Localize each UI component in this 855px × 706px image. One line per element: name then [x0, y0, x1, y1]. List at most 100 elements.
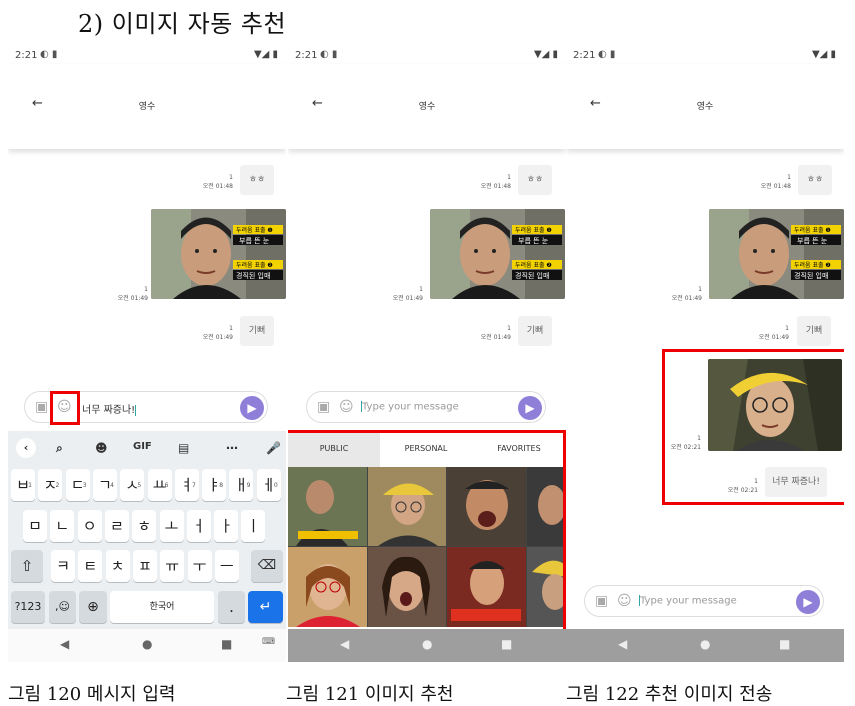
tab-personal[interactable]: PERSONAL: [380, 431, 472, 467]
chat-title: 영수: [138, 102, 156, 112]
key-ㅍ[interactable]: ㅍ: [132, 550, 157, 582]
app-bar: ← 영수: [566, 64, 844, 149]
key-ㅡ[interactable]: ㅡ: [214, 550, 239, 582]
send-button[interactable]: ▶: [796, 590, 820, 614]
recommended-image[interactable]: [447, 467, 526, 546]
space-key[interactable]: 한국어: [110, 591, 214, 623]
gif-button[interactable]: GIF: [133, 441, 152, 452]
back-triangle-icon[interactable]: ◀: [60, 637, 69, 651]
figure-caption-121: 그림 121 이미지 추천: [286, 684, 454, 705]
photo-caption: 두려움 표출 ❶: [515, 226, 552, 234]
sent-photo-message[interactable]: 두려움 표출 ❶ 부릅 뜬 눈 두려움 표출 ❷ 경직된 입매: [430, 209, 565, 299]
key-ㅣ[interactable]: ㅣ: [241, 510, 266, 542]
key-ㅁ[interactable]: ㅁ: [23, 510, 47, 542]
image-icon[interactable]: ▣: [35, 399, 48, 415]
key-ㄱ[interactable]: ㄱ4: [92, 469, 117, 501]
key-ㅔ[interactable]: ㅔ0: [256, 469, 281, 501]
photo-caption: 경직된 입매: [794, 271, 828, 280]
keyboard-icon[interactable]: ⌨: [262, 637, 275, 647]
more-icon[interactable]: ⋯: [226, 441, 238, 455]
key-ㅈ[interactable]: ㅈ2: [38, 469, 63, 501]
recents-square-icon[interactable]: ■: [779, 637, 790, 651]
key-ㅋ[interactable]: ㅋ: [51, 550, 75, 582]
globe-icon[interactable]: ⊕: [79, 591, 107, 623]
emoji-comma-key[interactable]: ,☺: [49, 591, 76, 623]
app-bar: ← 영수: [288, 64, 566, 149]
app-status-icon: ◐ ▮: [40, 49, 58, 60]
recommended-image[interactable]: [368, 547, 446, 627]
backspace-key[interactable]: ⌫: [251, 550, 283, 582]
home-circle-icon[interactable]: ●: [700, 637, 710, 651]
emoji-icon[interactable]: ☺: [57, 399, 72, 415]
key-ㄴ[interactable]: ㄴ: [50, 510, 75, 542]
message-meta: 1 오전 01:49: [392, 286, 423, 302]
tab-public[interactable]: PUBLIC: [288, 431, 380, 467]
recommended-image[interactable]: [368, 467, 446, 546]
key-ㅓ[interactable]: ㅓ: [186, 510, 211, 542]
key-ㄷ[interactable]: ㄷ3: [65, 469, 90, 501]
message-input[interactable]: 너무 짜증나!: [82, 401, 137, 416]
message-meta: 1 오전 01:49: [202, 325, 233, 341]
key-ㅇ[interactable]: ㅇ: [77, 510, 102, 542]
home-circle-icon[interactable]: ●: [422, 637, 432, 651]
key-ㅌ[interactable]: ㅌ: [78, 550, 103, 582]
send-button[interactable]: ▶: [518, 396, 542, 420]
sent-photo-message[interactable]: 두려움 표출 ❶ 부릅 뜬 눈 두려움 표출 ❷ 경직된 입매: [151, 209, 286, 299]
status-time: 2:21: [573, 50, 596, 61]
emoji-icon[interactable]: ☺: [617, 593, 632, 609]
key-ㅐ[interactable]: ㅐ9: [229, 469, 254, 501]
send-button[interactable]: ▶: [240, 396, 264, 420]
key-ㅎ[interactable]: ㅎ: [132, 510, 157, 542]
recommended-image[interactable]: [447, 547, 526, 627]
phone-screen-message-input: 2:21 ◐ ▮ ▼◢ ▮ ← 영수 ㅎㅎ 1 오전 01:48 두려움 표출 ❶…: [8, 44, 286, 662]
key-ㅠ[interactable]: ㅠ: [160, 550, 185, 582]
shift-key[interactable]: ⇧: [11, 550, 43, 582]
message-input[interactable]: Type your message: [639, 595, 737, 607]
recents-square-icon[interactable]: ■: [501, 637, 512, 651]
photo-man-with-captions: 두려움 표출 ❶ 부릅 뜬 눈 두려움 표출 ❷ 경직된 입매: [151, 209, 286, 299]
recommended-image[interactable]: [527, 547, 566, 627]
recommended-image[interactable]: [527, 467, 566, 546]
recents-square-icon[interactable]: ■: [221, 637, 232, 651]
image-icon[interactable]: ▣: [595, 593, 608, 609]
key-ㅗ[interactable]: ㅗ: [159, 510, 184, 542]
message-meta: 1 오전 02:21: [670, 435, 701, 451]
key-ㅅ[interactable]: ㅅ5: [120, 469, 145, 501]
back-triangle-icon[interactable]: ◀: [618, 637, 627, 651]
key-ㅏ[interactable]: ㅏ: [214, 510, 239, 542]
key-ㅛ[interactable]: ㅛ6: [147, 469, 172, 501]
message-input[interactable]: Type your message: [361, 401, 459, 413]
message-bubble: ㅎㅎ: [798, 165, 832, 195]
tab-favorites[interactable]: FAVORITES: [472, 431, 566, 467]
clipboard-icon[interactable]: ▤: [178, 441, 189, 455]
signal-battery-icon: ▼◢ ▮: [533, 49, 558, 60]
sent-recommended-image[interactable]: [708, 359, 842, 451]
enter-key[interactable]: ↵: [248, 591, 283, 623]
period-key[interactable]: .: [218, 591, 245, 623]
key-ㅂ[interactable]: ㅂ1: [11, 469, 35, 501]
android-nav-bar: ◀ ● ■: [288, 629, 566, 662]
key-ㅕ[interactable]: ㅕ7: [174, 469, 199, 501]
key-ㅊ[interactable]: ㅊ: [105, 550, 130, 582]
photo-caption: 두려움 표출 ❶: [236, 226, 273, 234]
back-triangle-icon[interactable]: ◀: [340, 637, 349, 651]
symbols-key[interactable]: ?123: [11, 591, 45, 623]
recommended-image[interactable]: [288, 547, 367, 627]
message-bubble: ㅎㅎ: [518, 165, 552, 195]
sticker-icon[interactable]: ☻: [95, 441, 108, 455]
key-ㅑ[interactable]: ㅑ8: [202, 469, 227, 501]
chat-title: 영수: [418, 102, 436, 112]
home-circle-icon[interactable]: ●: [142, 637, 152, 651]
search-icon[interactable]: ⌕: [56, 441, 63, 456]
emoji-icon[interactable]: ☺: [339, 399, 354, 415]
image-icon[interactable]: ▣: [317, 399, 330, 415]
collapse-icon[interactable]: ‹: [16, 438, 36, 458]
mic-icon[interactable]: 🎤: [266, 441, 281, 455]
photo-caption: 부릅 뜬 눈: [518, 237, 549, 245]
recommended-image[interactable]: [288, 467, 367, 546]
sent-photo-message[interactable]: 두려움 표출 ❶ 부릅 뜬 눈 두려움 표출 ❷ 경직된 입매: [709, 209, 844, 299]
app-status-icon: ◐ ▮: [320, 49, 338, 60]
key-ㅜ[interactable]: ㅜ: [187, 550, 212, 582]
key-ㄹ[interactable]: ㄹ: [104, 510, 129, 542]
image-recommendation-panel: PUBLIC PERSONAL FAVORITES: [288, 431, 566, 631]
